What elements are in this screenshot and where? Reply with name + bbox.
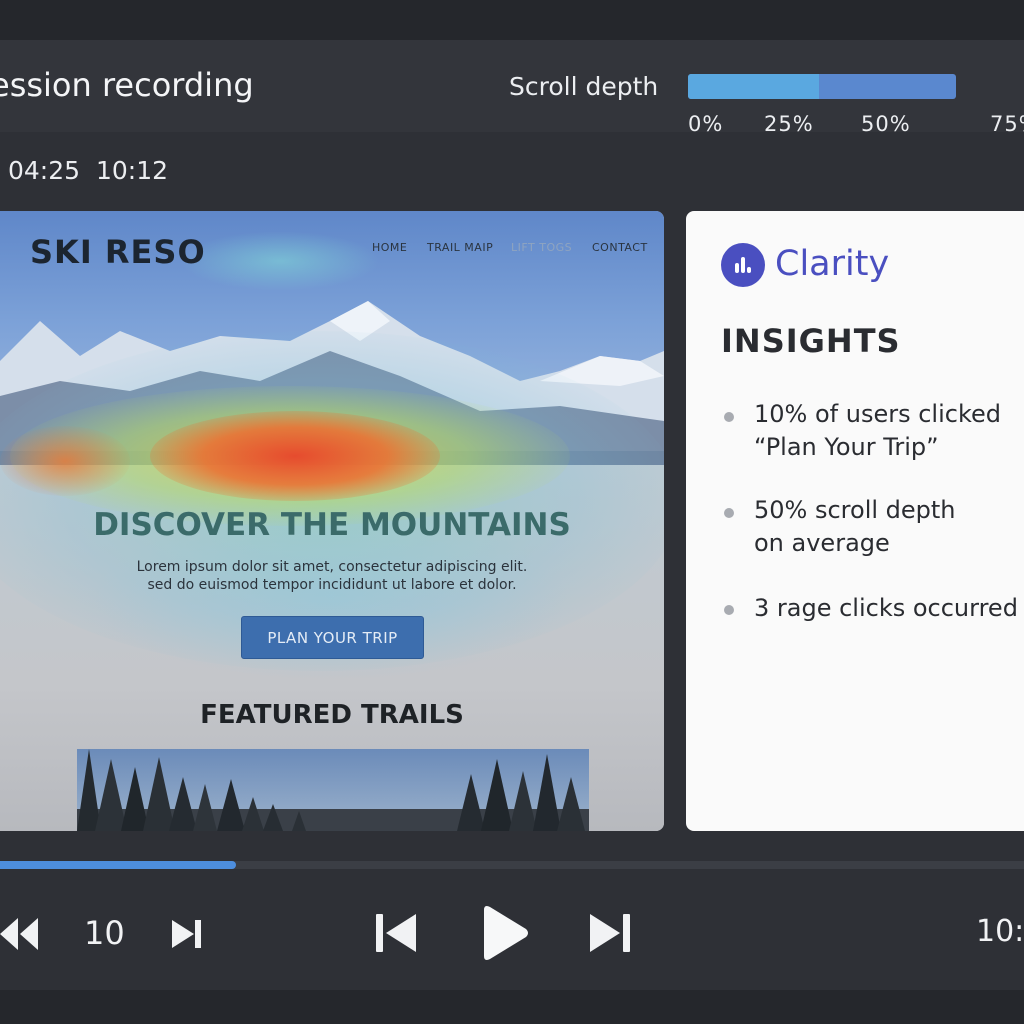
scroll-tick-25: 25% (764, 112, 814, 136)
insight-bullet-3 (724, 605, 734, 615)
play-icon[interactable] (480, 904, 530, 962)
next-icon[interactable] (588, 912, 632, 954)
nav-lift-tickets[interactable]: LIFT TOGS (511, 241, 572, 254)
insight-bullet-1 (724, 412, 734, 422)
insights-heading: INSIGHTS (721, 322, 901, 360)
scroll-depth-label: Scroll depth (509, 72, 659, 101)
insight-item-3-line-1: 3 rage clicks occurred (754, 594, 1018, 622)
scroll-tick-0: 0% (688, 112, 724, 136)
heatmap-hot-zone (150, 411, 440, 501)
plan-your-trip-button[interactable]: PLAN YOUR TRIP (241, 616, 424, 659)
playback-progress-bar[interactable] (0, 861, 1024, 869)
playback-progress-fill (0, 861, 236, 869)
hero-text-line-1: Lorem ipsum dolor sit amet, consectetur … (136, 559, 528, 575)
hero-text-line-2: sed do euismod tempor incididunt ut labo… (147, 577, 517, 593)
insight-bullet-2 (724, 508, 734, 518)
trail-photo (77, 749, 589, 831)
session-recording-window: ession recording Scroll depth 0% 25% 50%… (0, 0, 1024, 1024)
nav-trail-map[interactable]: TRAIL MAIP (427, 241, 493, 254)
page-title: ession recording (0, 66, 254, 104)
insight-item-3: 3 rage clicks occurred (754, 592, 1018, 625)
insight-item-1-line-2: “Plan Your Trip” (754, 433, 939, 461)
heatmap-hot-zone-left (0, 426, 130, 496)
insight-item-2-line-2: on average (754, 529, 890, 557)
clarity-logo-icon (721, 243, 765, 287)
heatmap-nav-zone (180, 231, 380, 291)
clarity-brand-name: Clarity (775, 244, 890, 284)
nav-contact[interactable]: CONTACT (592, 241, 648, 254)
hero-title: DISCOVER THE MOUNTAINS (93, 507, 571, 543)
scroll-depth-bar-fill (688, 74, 819, 99)
scroll-depth-bar (688, 74, 956, 99)
scroll-tick-75: 75% (990, 112, 1024, 136)
skip-forward-icon[interactable] (170, 918, 204, 950)
rewind-icon[interactable] (0, 916, 42, 952)
previous-icon[interactable] (374, 912, 418, 954)
insight-item-1: 10% of users clicked “Plan Your Trip” (754, 398, 1001, 464)
nav-home[interactable]: HOME (372, 241, 407, 254)
forest-image (77, 749, 589, 831)
site-logo: SKI RESO (30, 233, 206, 271)
session-timestamps: 04:25 10:12 (8, 156, 168, 185)
featured-trails-heading: FEATURED TRAILS (200, 700, 464, 730)
total-duration: 10: (976, 914, 1024, 949)
start-timestamp: 04:25 (8, 156, 81, 185)
website-preview[interactable]: SKI RESO HOME TRAIL MAIP LIFT TOGS CONTA… (0, 211, 664, 831)
end-timestamp: 10:12 (96, 156, 169, 185)
insight-item-2: 50% scroll depth on average (754, 494, 956, 560)
scroll-tick-50: 50% (861, 112, 911, 136)
insight-item-1-line-1: 10% of users clicked (754, 400, 1001, 428)
insight-item-2-line-1: 50% scroll depth (754, 496, 956, 524)
skip-seconds-label: 10 (84, 914, 125, 952)
